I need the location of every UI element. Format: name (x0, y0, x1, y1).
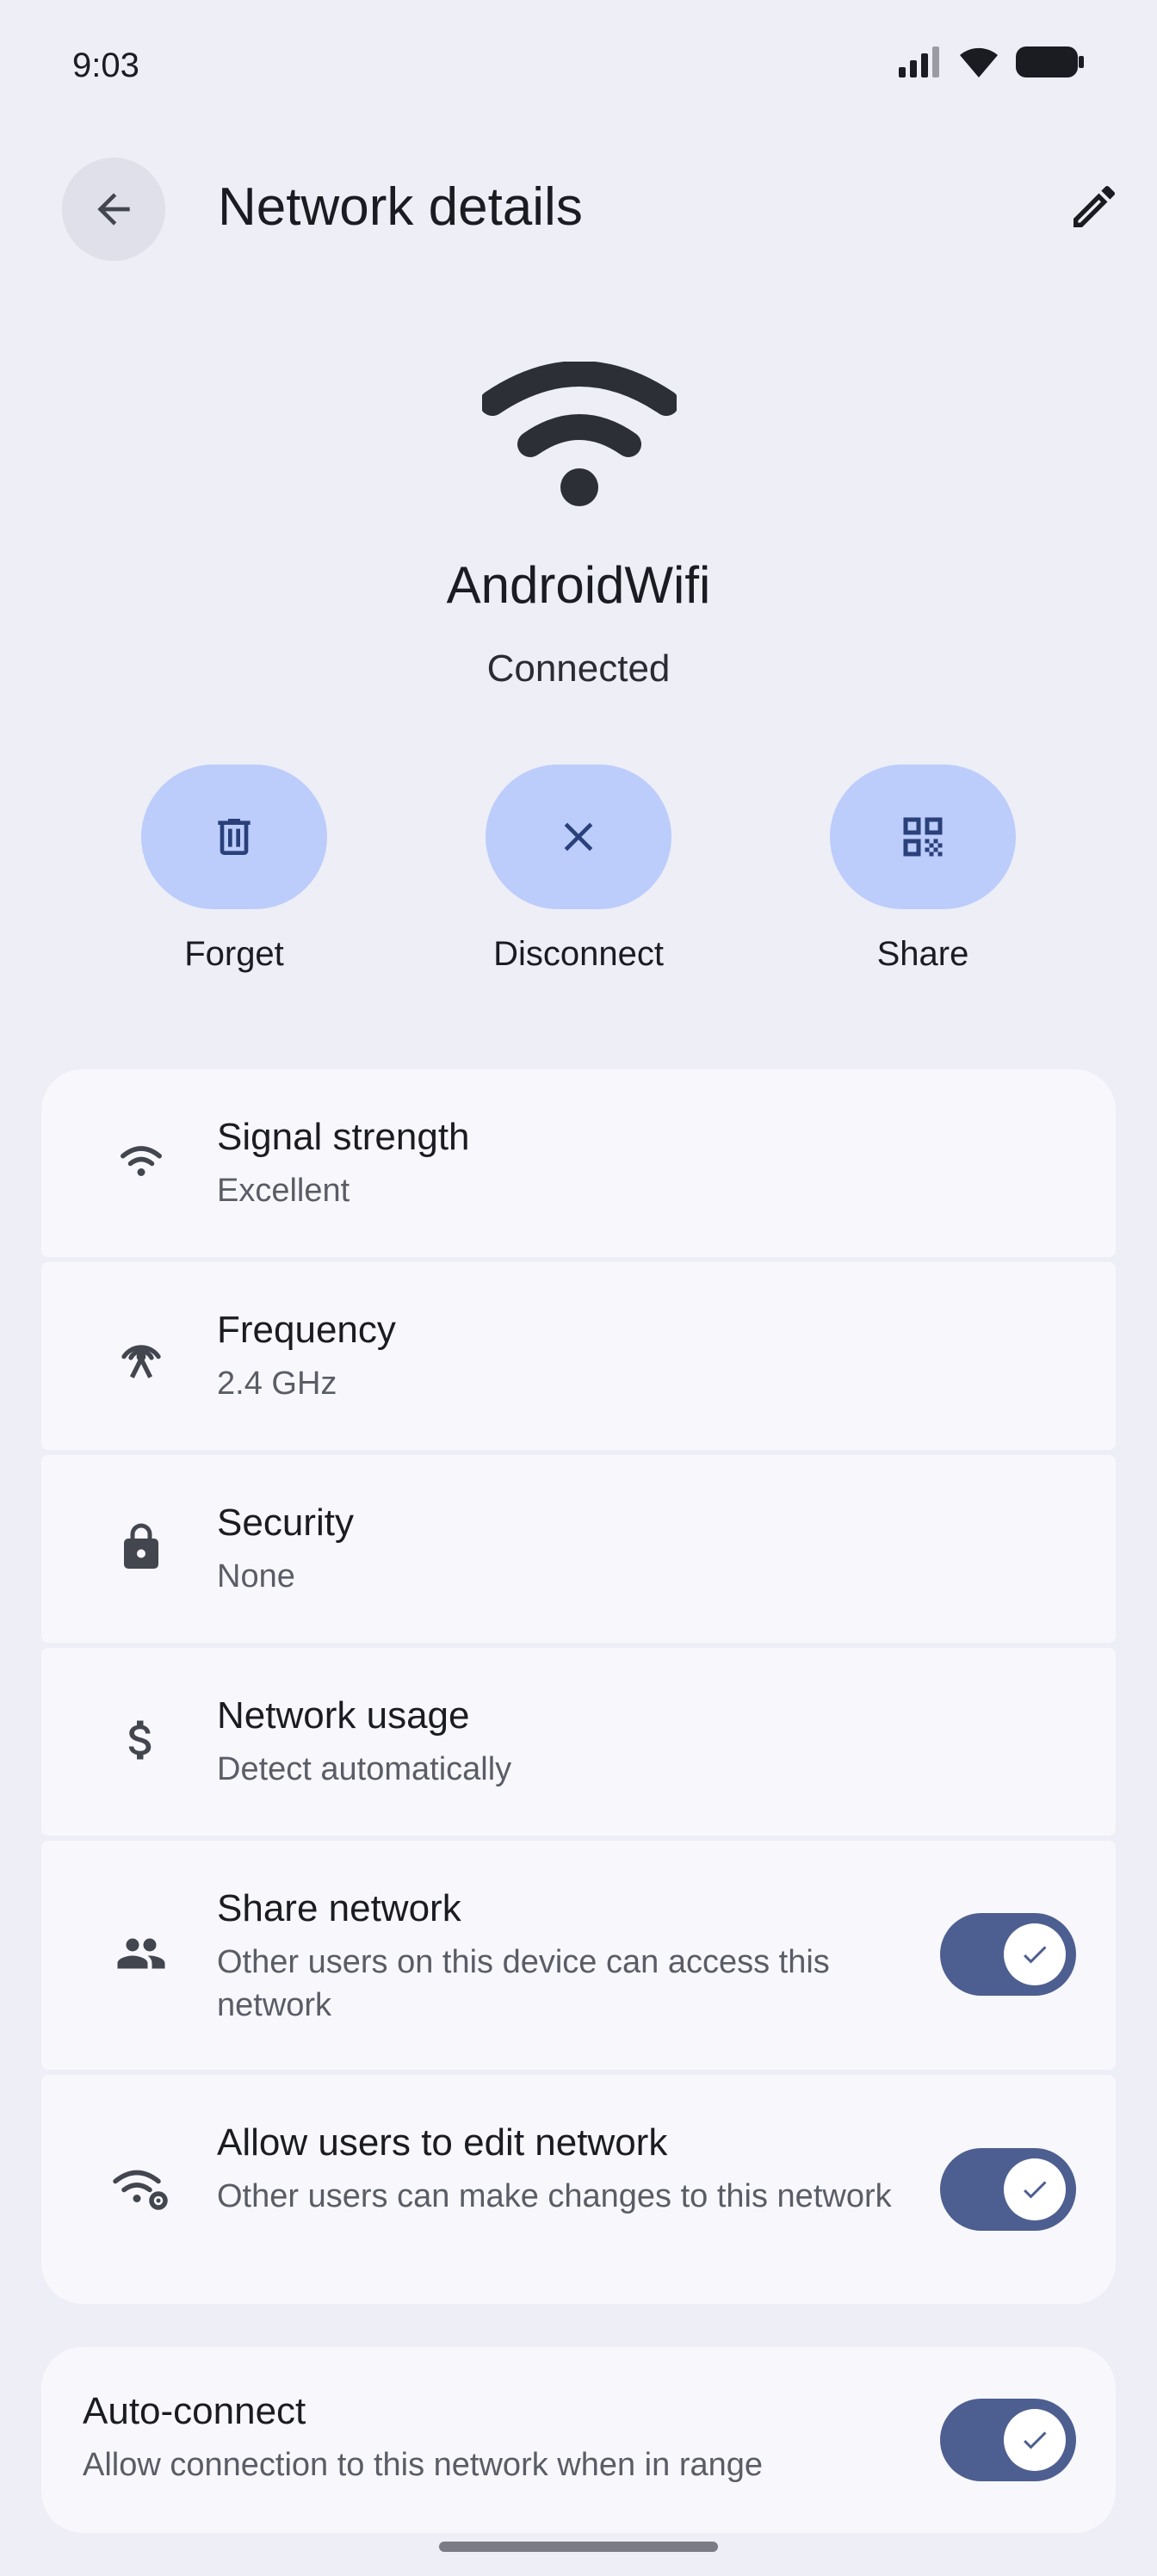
people-icon (107, 1919, 176, 1988)
share-button[interactable]: Share (794, 765, 1052, 974)
page-title: Network details (218, 177, 583, 237)
arrow-back-icon (97, 193, 130, 226)
network-usage-value: Detect automatically (217, 1751, 512, 1787)
wifi-hero-icon (482, 362, 677, 506)
allow-edit-title: Allow users to edit network (217, 2121, 668, 2164)
toggle-knob (1004, 1923, 1066, 1985)
check-icon (1024, 1946, 1047, 1964)
frequency-value: 2.4 GHz (217, 1365, 337, 1402)
security-title: Security (217, 1502, 354, 1544)
check-icon (1024, 2431, 1047, 2449)
share-network-title: Share network (217, 1887, 461, 1929)
share-label: Share (876, 935, 969, 973)
disconnect-label: Disconnect (493, 935, 664, 973)
security-value: None (217, 1558, 295, 1595)
signal-strength-row[interactable]: Signal strength Excellent (41, 1069, 1116, 1257)
share-pill[interactable] (830, 765, 1016, 909)
home-indicator[interactable] (439, 2542, 718, 2552)
battery-icon (1016, 46, 1084, 77)
network-name: AndroidWifi (446, 556, 711, 614)
status-time: 9:03 (72, 46, 139, 84)
forget-label: Forget (184, 935, 284, 973)
share-network-description: Other users on this device can access th… (217, 1944, 830, 2023)
toggle-knob (1004, 2158, 1066, 2220)
wifi-settings-icon (107, 2153, 176, 2222)
wifi-status-icon (960, 47, 998, 77)
forget-button[interactable]: Forget (105, 765, 363, 974)
back-button[interactable] (62, 158, 165, 261)
qr-code-icon (903, 817, 943, 857)
antenna-icon (107, 1320, 176, 1389)
share-network-row[interactable]: Share network Other users on this device… (41, 1841, 1116, 2070)
auto-connect-title: Auto-connect (83, 2390, 306, 2432)
status-icons (897, 45, 1085, 79)
network-status: Connected (486, 647, 671, 690)
toggle-knob (1004, 2409, 1066, 2471)
network-usage-title: Network usage (217, 1694, 470, 1737)
check-icon (1024, 2181, 1047, 2199)
dollar-icon (107, 1706, 176, 1774)
frequency-row[interactable]: Frequency 2.4 GHz (41, 1262, 1116, 1450)
cell-signal-icon (899, 46, 939, 77)
lock-icon (107, 1513, 176, 1582)
forget-pill[interactable] (141, 765, 327, 909)
auto-connect-row[interactable]: Auto-connect Allow connection to this ne… (41, 2347, 1116, 2533)
wifi-icon (107, 1127, 176, 1196)
delete-icon (218, 819, 251, 855)
allow-edit-description: Other users can make changes to this net… (217, 2178, 892, 2214)
edit-button[interactable] (1060, 172, 1129, 241)
disconnect-button[interactable]: Disconnect (449, 765, 708, 974)
network-usage-row[interactable]: Network usage Detect automatically (41, 1648, 1116, 1836)
auto-connect-description: Allow connection to this network when in… (83, 2447, 764, 2483)
allow-edit-row[interactable]: Allow users to edit network Other users … (41, 2075, 1116, 2304)
share-network-toggle[interactable] (940, 1913, 1076, 1996)
security-row[interactable]: Security None (41, 1455, 1116, 1643)
allow-edit-toggle[interactable] (940, 2148, 1076, 2231)
auto-connect-toggle[interactable] (940, 2399, 1076, 2481)
signal-strength-title: Signal strength (217, 1116, 470, 1158)
disconnect-pill[interactable] (486, 765, 671, 909)
signal-strength-value: Excellent (217, 1173, 350, 1209)
close-icon (564, 822, 593, 851)
pencil-icon (1073, 185, 1116, 227)
frequency-title: Frequency (217, 1309, 396, 1351)
